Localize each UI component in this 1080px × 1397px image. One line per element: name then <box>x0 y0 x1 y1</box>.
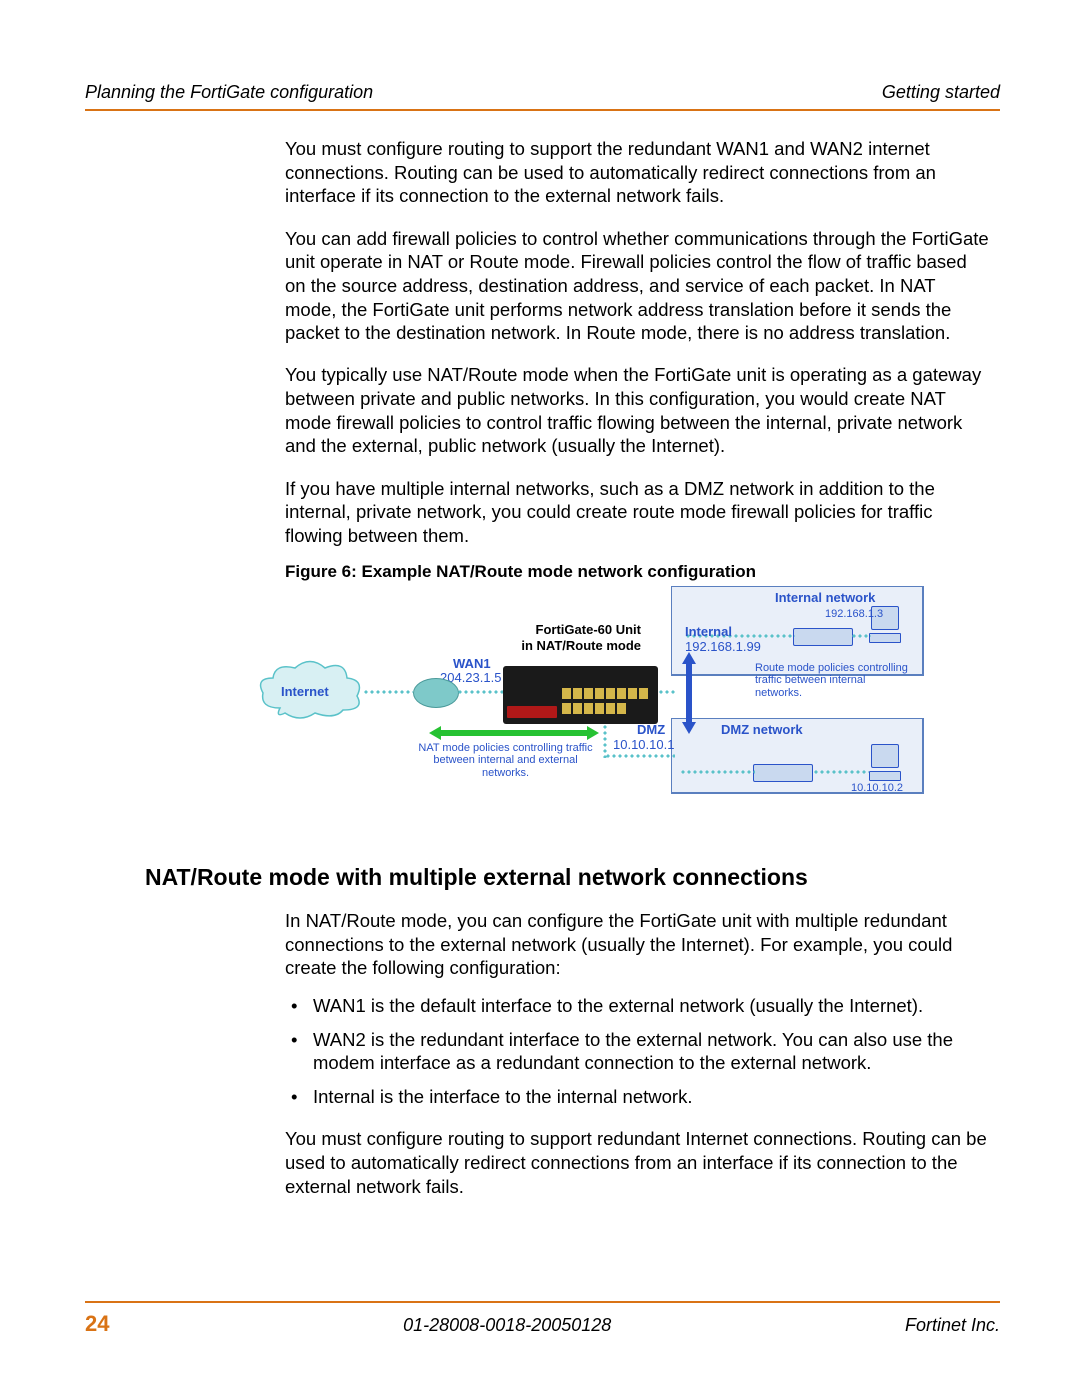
internet-label: Internet <box>281 684 329 699</box>
section2-intro: In NAT/Route mode, you can configure the… <box>285 909 990 980</box>
dotted-link-pc <box>851 634 871 638</box>
route-note: Route mode policies controlling traffic … <box>755 662 910 700</box>
fortigate-unit-icon <box>503 666 658 724</box>
paragraph-2: You can add firewall policies to control… <box>285 227 990 345</box>
dotted-link-fg-right <box>658 690 676 694</box>
hub-icon <box>793 628 853 646</box>
page-footer: 24 01-28008-0018-20050128 Fortinet Inc. <box>85 1301 1000 1337</box>
page-header: Planning the FortiGate configuration Get… <box>85 82 1000 103</box>
paragraph-3: You typically use NAT/Route mode when th… <box>285 363 990 458</box>
footer-rule <box>85 1301 1000 1303</box>
header-rule <box>85 109 1000 111</box>
bullet-1: WAN1 is the default interface to the ext… <box>285 994 990 1018</box>
unit-label-2: in NAT/Route mode <box>511 638 641 653</box>
nat-arrow-icon <box>429 726 599 740</box>
dmz-pc-icon <box>869 744 901 781</box>
nat-note: NAT mode policies controlling traffic be… <box>413 742 598 780</box>
unit-label-1: FortiGate-60 Unit <box>511 622 641 637</box>
dmz-ip-label: 10.10.10.1 <box>613 737 674 752</box>
header-right: Getting started <box>882 82 1000 103</box>
footer-center: 01-28008-0018-20050128 <box>403 1315 611 1336</box>
section-heading: NAT/Route mode with multiple external ne… <box>145 864 1000 891</box>
page-number: 24 <box>85 1311 109 1337</box>
bullet-3: Internal is the interface to the interna… <box>285 1085 990 1109</box>
dotted-link-router <box>457 690 503 694</box>
wan1-label: WAN1 <box>453 656 491 671</box>
section2-outro: You must configure routing to support re… <box>285 1127 990 1198</box>
dmz-hub-icon <box>753 764 813 782</box>
dmz-iface-label: DMZ <box>637 722 665 737</box>
dotted-link-dmz-left <box>680 770 755 774</box>
figure-caption: Figure 6: Example NAT/Route mode network… <box>285 562 990 582</box>
route-arrow-icon <box>682 652 696 734</box>
dotted-link-internet <box>363 690 413 694</box>
body-column: You must configure routing to support th… <box>285 137 990 828</box>
paragraph-4: If you have multiple internal networks, … <box>285 477 990 548</box>
internal-network-label: Internal network <box>775 590 875 605</box>
dmz-pc-ip-label: 10.10.10.2 <box>851 782 903 794</box>
dotted-link-fg-down <box>603 724 607 758</box>
internal-ip-label: 192.168.1.99 <box>685 639 761 654</box>
dotted-link-dmz-right <box>813 770 869 774</box>
dotted-link-fg-dmz <box>605 754 675 758</box>
section2-body: In NAT/Route mode, you can configure the… <box>285 909 990 1198</box>
pc-ip-label: 192.168.1.3 <box>825 608 883 620</box>
footer-right: Fortinet Inc. <box>905 1315 1000 1336</box>
router-icon <box>413 678 459 708</box>
header-left: Planning the FortiGate configuration <box>85 82 373 103</box>
figure-diagram: Internal network 192.168.1.3 DMZ network… <box>285 586 990 828</box>
bullet-2: WAN2 is the redundant interface to the e… <box>285 1028 990 1075</box>
paragraph-1: You must configure routing to support th… <box>285 137 990 208</box>
internal-iface-label: Internal <box>685 624 732 639</box>
dmz-network-label: DMZ network <box>721 722 803 737</box>
document-page: Planning the FortiGate configuration Get… <box>0 0 1080 1397</box>
